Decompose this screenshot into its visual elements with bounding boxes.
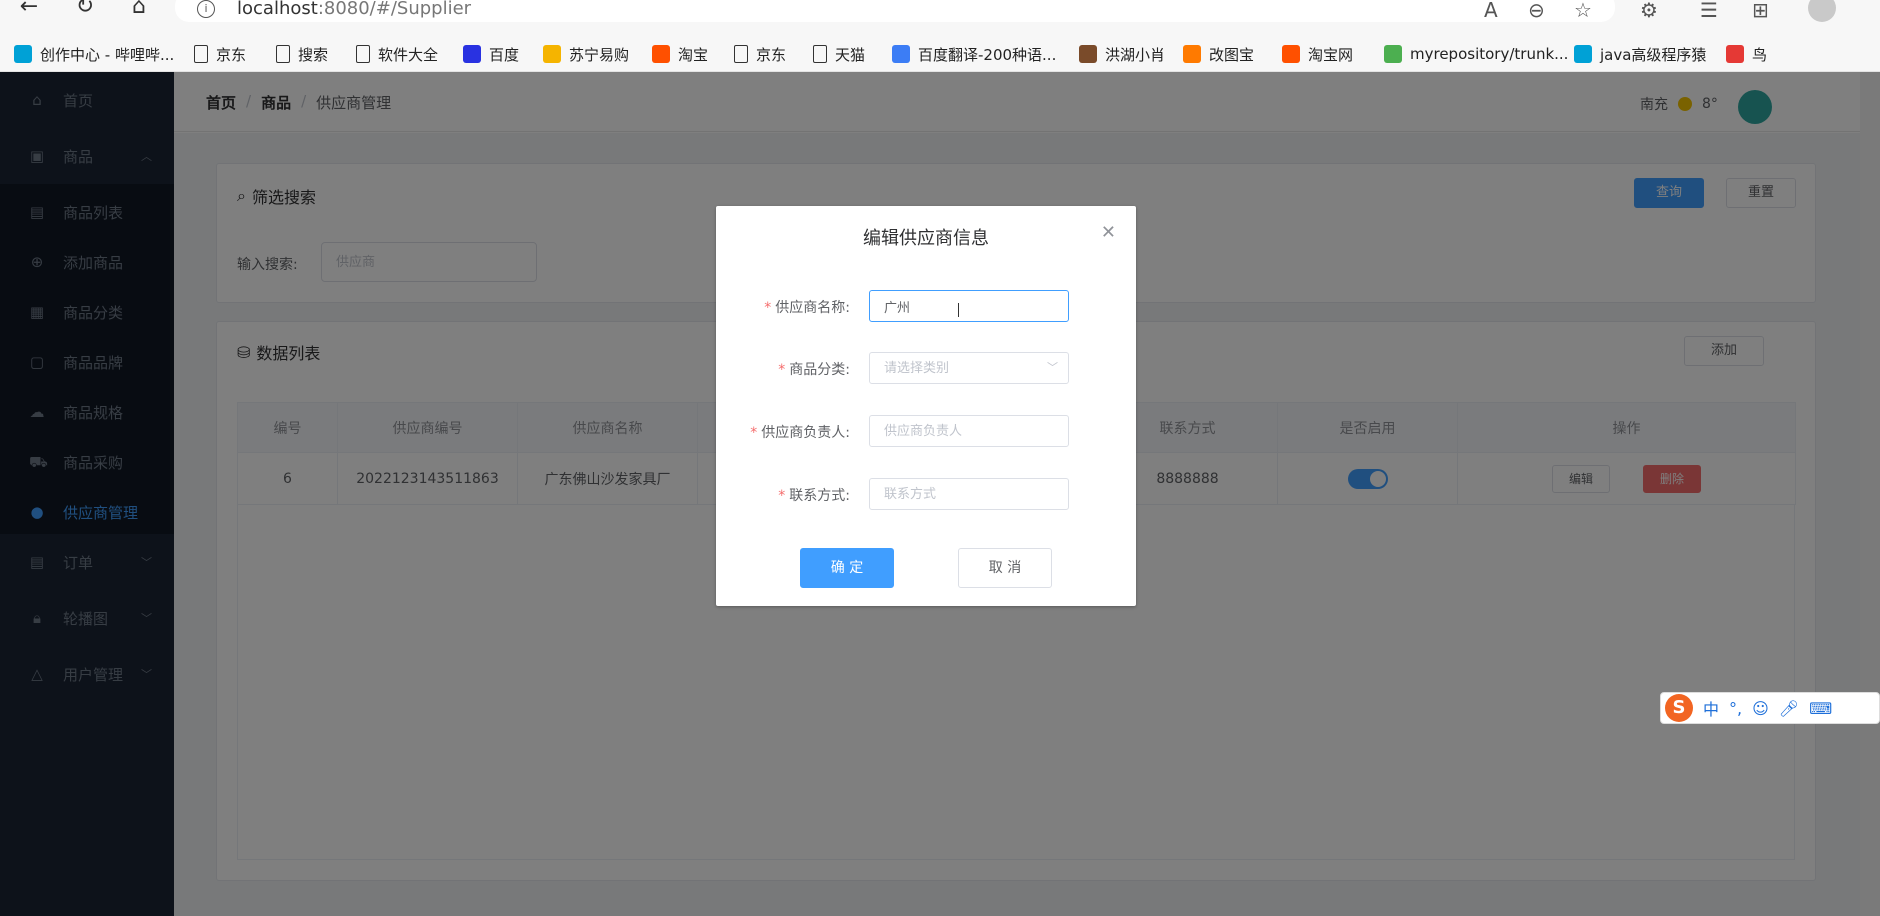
bookmark-item[interactable]: 创作中心 - 哔哩哔... [14,36,174,72]
text-cursor [958,303,959,317]
site-favicon-icon [463,45,481,63]
form-row-phone: * 联系方式: [716,478,1136,510]
document-icon [194,45,208,63]
bookmark-label: 鸟 [1752,45,1768,64]
emoji-icon[interactable]: ☺ [1752,699,1769,718]
refresh-icon[interactable]: ↻ [70,0,100,20]
document-icon [734,45,748,63]
supplier-name-input[interactable] [870,291,1068,321]
site-favicon-icon [652,45,670,63]
chevron-down-icon: ﹀ [1047,361,1058,374]
bookmark-label: 京东 [216,45,247,64]
ime-toolbar: S 中 °, ☺ 🎤︎ ⌨ [1660,692,1880,724]
bookmark-label: java高级程序猿 [1600,45,1707,64]
bookmarks-bar: 创作中心 - 哔哩哔... 京东 搜索 软件大全 百度 苏宁易购 淘宝 京东 天猫 百度翻译-20… [0,36,1880,72]
bookmark-item[interactable]: 鸟 [1726,36,1767,72]
bookmark-item[interactable]: 改图宝 [1183,36,1254,72]
site-favicon-icon [543,45,561,63]
microphone-icon[interactable]: 🎤︎ [1779,699,1799,718]
keyboard-icon[interactable]: ⌨ [1809,699,1832,718]
form-label: * 联系方式: [778,488,850,504]
document-icon [276,45,290,63]
url-text: localhost:8080/#/Supplier [237,0,472,19]
bookmark-item[interactable]: 百度翻译-200种语... [892,36,1056,72]
site-favicon-icon [1282,45,1300,63]
favorites-icon[interactable]: ☰ [1700,0,1718,22]
dialog-title: 编辑供应商信息 [863,228,989,249]
home-browser-icon[interactable]: ⌂ [124,0,154,20]
form-row-contact: * 供应商负责人: [716,415,1136,447]
bookmark-label: 淘宝 [678,45,709,64]
site-favicon-icon [1726,45,1744,63]
bookmark-item[interactable]: myrepository/trunk... [1384,36,1568,72]
site-favicon-icon [1183,45,1201,63]
close-icon[interactable]: ✕ [1101,222,1116,243]
profile-avatar[interactable] [1808,0,1836,22]
bookmark-item[interactable]: 洪湖小肖 [1079,36,1165,72]
address-bar[interactable]: i localhost:8080/#/Supplier [175,0,1615,22]
form-row-category: *商品分类: ﹀ [716,352,1136,384]
category-select[interactable]: ﹀ [869,352,1069,384]
bookmark-label: 百度 [489,45,520,64]
bookmark-label: 改图宝 [1209,45,1255,64]
bookmark-item[interactable]: 搜索 [276,36,328,72]
document-icon [813,45,827,63]
site-favicon-icon [14,45,32,63]
bookmark-item[interactable]: 京东 [734,36,786,72]
bookmark-label: 淘宝网 [1308,45,1354,64]
bookmark-item[interactable]: 百度 [463,36,519,72]
site-favicon-icon [1384,45,1402,63]
document-icon [356,45,370,63]
category-select-input[interactable] [870,353,1068,383]
bookmark-item[interactable]: java高级程序猿 [1574,36,1706,72]
bookmark-item[interactable]: 软件大全 [356,36,438,72]
bookmark-label: 搜索 [298,45,329,64]
bookmark-label: 创作中心 - 哔哩哔... [40,45,175,64]
phone-input[interactable] [870,479,1068,509]
contact-person-input[interactable] [870,416,1068,446]
cancel-button[interactable]: 取 消 [958,548,1052,588]
ime-logo[interactable]: S [1665,694,1693,722]
bookmark-item[interactable]: 苏宁易购 [543,36,629,72]
bookmark-label: 京东 [756,45,787,64]
site-favicon-icon [1079,45,1097,63]
favorite-add-icon[interactable]: ☆ [1574,0,1592,22]
form-label: * 商品分类: [778,362,850,378]
browser-toolbar: ← ↻ ⌂ i localhost:8080/#/Supplier A ⊖ ☆ … [0,0,1880,36]
punctuation-icon[interactable]: °, [1729,699,1742,718]
bookmark-item[interactable]: 天猫 [813,36,865,72]
bookmark-label: 百度翻译-200种语... [918,45,1057,64]
info-icon[interactable]: i [197,0,215,18]
site-favicon-icon [892,45,910,63]
bookmark-label: myrepository/trunk... [1410,45,1569,63]
bookmark-item[interactable]: 京东 [194,36,246,72]
bookmark-label: 洪湖小肖 [1105,45,1166,64]
extensions-icon[interactable]: ⚙ [1640,0,1658,22]
bookmark-label: 苏宁易购 [569,45,630,64]
read-aloud-icon[interactable]: A [1484,0,1498,22]
bookmark-label: 天猫 [835,45,866,64]
bookmark-label: 软件大全 [378,45,439,64]
bookmark-item[interactable]: 淘宝 [652,36,708,72]
phone-wrapper [869,478,1069,510]
edit-supplier-dialog: 编辑供应商信息 ✕ *供应商名称: *商品分类: ﹀ *供应商负责人: *联系方… [716,206,1136,606]
supplier-name-wrapper [869,290,1069,322]
site-favicon-icon [1574,45,1592,63]
form-row-name: * 供应商名称: [716,290,1136,322]
form-label: * 供应商负责人: [750,425,850,441]
back-icon[interactable]: ← [14,0,44,20]
confirm-button[interactable]: 确 定 [800,548,894,588]
bookmark-item[interactable]: 淘宝网 [1282,36,1353,72]
ime-mode[interactable]: 中 [1703,696,1719,720]
form-label: * 供应商名称: [764,300,850,316]
zoom-icon[interactable]: ⊖ [1528,0,1545,22]
contact-wrapper [869,415,1069,447]
collections-icon[interactable]: ⊞ [1752,0,1769,22]
